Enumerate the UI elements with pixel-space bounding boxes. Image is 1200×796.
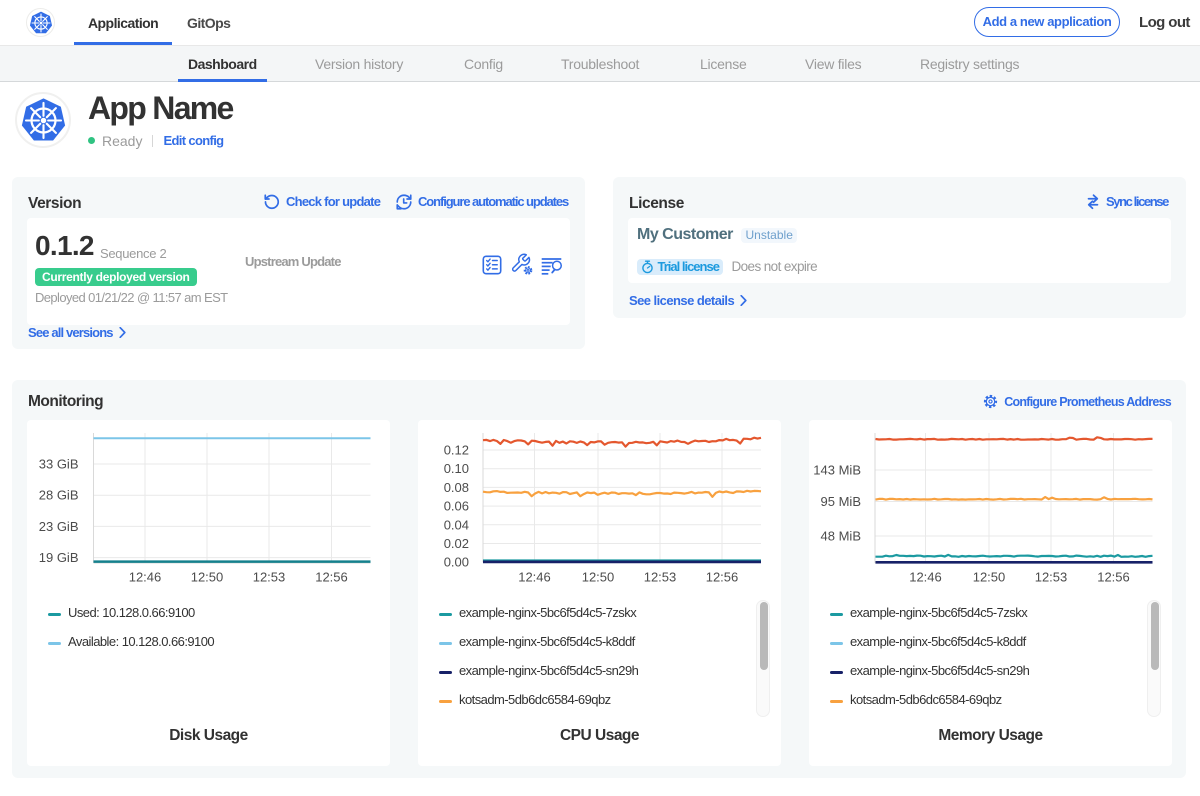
svg-text:12:50: 12:50 [191,570,224,585]
svg-text:12:56: 12:56 [315,570,348,585]
svg-text:33 GiB: 33 GiB [39,457,79,472]
svg-text:12:53: 12:53 [1035,570,1068,585]
svg-text:12:50: 12:50 [973,570,1006,585]
svg-text:19 GiB: 19 GiB [39,550,79,565]
svg-text:0.00: 0.00 [444,555,469,570]
svg-text:0.02: 0.02 [444,536,469,551]
svg-text:12:50: 12:50 [582,570,615,585]
svg-text:0.06: 0.06 [444,499,469,514]
svg-text:28 GiB: 28 GiB [39,488,79,503]
svg-text:143 MiB: 143 MiB [813,463,861,478]
svg-text:0.04: 0.04 [444,517,469,532]
svg-text:95 MiB: 95 MiB [821,494,861,509]
svg-text:48 MiB: 48 MiB [821,529,861,544]
svg-text:0.10: 0.10 [444,461,469,476]
svg-text:12:53: 12:53 [644,570,677,585]
svg-text:0.12: 0.12 [444,443,469,458]
svg-text:23 GiB: 23 GiB [39,519,79,534]
svg-text:12:46: 12:46 [909,570,942,585]
svg-text:12:46: 12:46 [518,570,551,585]
svg-text:12:53: 12:53 [253,570,286,585]
svg-text:0.08: 0.08 [444,480,469,495]
svg-text:12:56: 12:56 [706,570,739,585]
svg-text:12:56: 12:56 [1097,570,1130,585]
svg-text:12:46: 12:46 [129,570,162,585]
